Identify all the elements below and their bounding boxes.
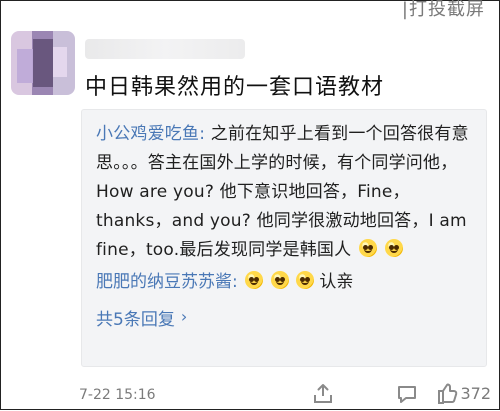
thumb-up-icon (438, 383, 458, 404)
comment-button[interactable] (393, 379, 421, 407)
laugh-cry-emoji-icon (295, 271, 314, 289)
post-text: 中日韩果然用的一套口语教材 (85, 75, 385, 100)
laugh-cry-emoji-icon (270, 271, 289, 289)
reply-user[interactable]: 肥肥的纳豆苏苏酱: (96, 272, 238, 292)
username-blurred (85, 39, 245, 59)
post-actions: 372 (271, 379, 491, 409)
avatar-blur-block (33, 39, 53, 87)
share-icon (314, 384, 332, 403)
app-frame: |打投截屏 中日韩果然用的一套口语教材 小公鸡爱吃鱼: 之前在知乎上看到一个回答… (0, 0, 500, 410)
reply-line: 肥肥的纳豆苏苏酱: 认亲 (96, 269, 476, 295)
avatar[interactable] (11, 31, 75, 95)
avatar-blur-block (17, 49, 33, 83)
laugh-cry-emoji-icon (358, 239, 377, 257)
comment-card: 小公鸡爱吃鱼: 之前在知乎上看到一个回答很有意思。。。答主在国外上学的时候，有个… (81, 109, 487, 367)
comment-icon (398, 386, 416, 403)
comment: 小公鸡爱吃鱼: 之前在知乎上看到一个回答很有意思。。。答主在国外上学的时候，有个… (96, 120, 476, 265)
laugh-cry-emoji-icon (245, 271, 264, 289)
chevron-right-icon: › (180, 307, 188, 326)
more-replies[interactable]: 共5条回复 › (96, 305, 476, 330)
timestamp: 7-22 15:16 (79, 387, 156, 403)
share-button[interactable] (309, 379, 337, 407)
avatar-blur-block (53, 47, 67, 77)
top-hint: |打投截屏 (401, 0, 485, 20)
like-count: 372 (460, 384, 491, 403)
reply-text: 认亲 (319, 272, 354, 292)
comment-text: 之前在知乎上看到一个回答很有意思。。。答主在国外上学的时候，有个同学问他，How… (96, 124, 469, 260)
comment-user[interactable]: 小公鸡爱吃鱼: (96, 124, 205, 144)
like-button[interactable] (433, 379, 461, 407)
laugh-cry-emoji-icon (384, 239, 403, 257)
more-replies-label: 共5条回复 (96, 310, 175, 330)
